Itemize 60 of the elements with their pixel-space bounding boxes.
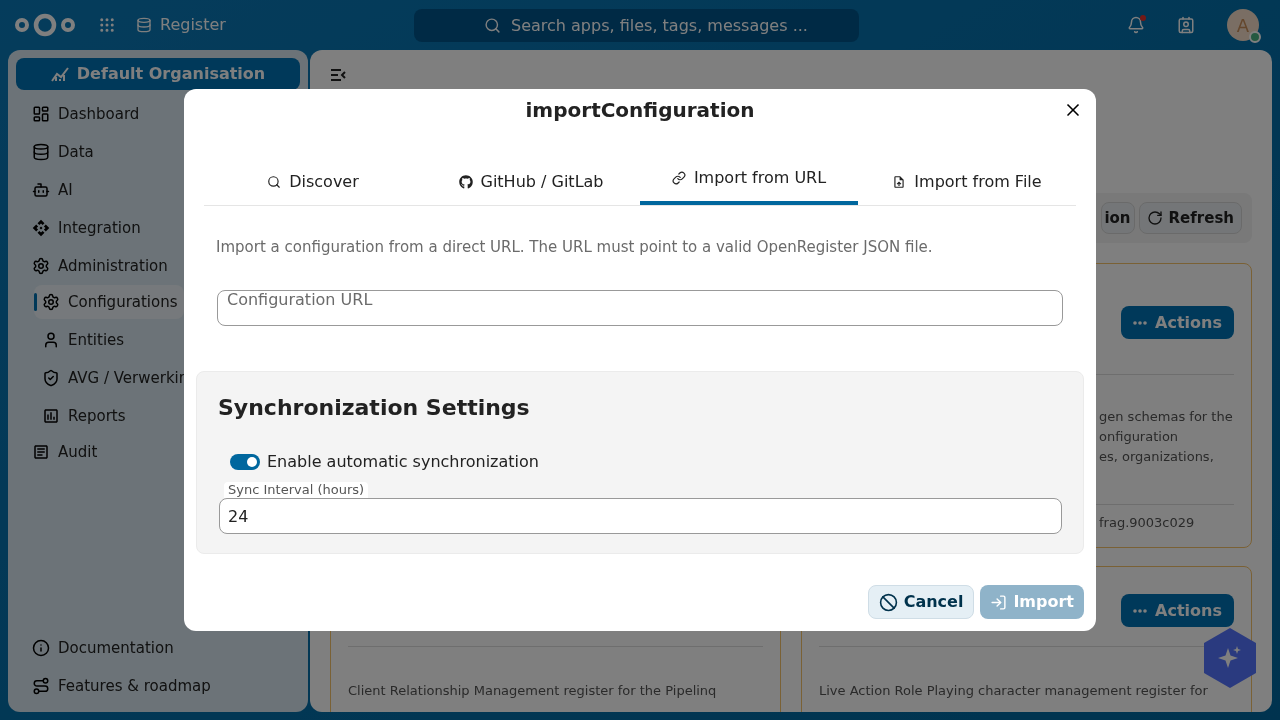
dashboard-icon xyxy=(32,105,50,123)
interval-field[interactable]: 24 xyxy=(219,498,1062,534)
app-grid-icon xyxy=(98,16,116,34)
toolbar-button[interactable]: ion xyxy=(1101,202,1135,234)
tab[interactable]: Import from File xyxy=(858,158,1076,205)
notifications-button[interactable] xyxy=(1127,16,1145,34)
sidebar-item[interactable]: Features & roadmap xyxy=(16,667,300,705)
search-icon xyxy=(267,174,282,189)
sidebar-item[interactable]: Entities xyxy=(34,323,184,357)
toggle-switch[interactable] xyxy=(230,454,260,470)
field-label: Sync Interval (hours) xyxy=(224,482,369,498)
refresh-icon xyxy=(1146,210,1163,226)
dialog-description: Import a configuration from a direct URL. The URL must point to a valid OpenRegister JSON file. xyxy=(215,237,934,257)
actions-button[interactable]: Actions xyxy=(1121,306,1234,339)
file-upload-icon xyxy=(892,174,907,189)
dialog-title: importConfiguration xyxy=(525,97,755,124)
chart-icon xyxy=(50,66,69,82)
route-icon xyxy=(32,677,50,695)
url-field[interactable]: Configuration URL xyxy=(217,290,1063,326)
search-icon xyxy=(484,16,501,34)
robot-icon xyxy=(32,181,50,199)
card-description: Live Action Role Playing character management register for xyxy=(819,682,1209,700)
organisation-button[interactable]: Default Organisation xyxy=(16,58,300,90)
github-icon xyxy=(458,174,473,189)
link-icon xyxy=(671,170,686,185)
sidebar-item[interactable]: Dashboard xyxy=(16,95,300,133)
bell-icon xyxy=(1127,16,1145,34)
sidebar-toggle-icon[interactable] xyxy=(330,68,346,82)
section-title: Synchronization Settings xyxy=(218,394,531,422)
card-description: onfiguration xyxy=(1099,428,1180,446)
cancel-icon xyxy=(878,592,898,612)
toolbar-button[interactable]: Refresh xyxy=(1138,202,1242,234)
import-icon xyxy=(990,593,1008,611)
info-icon xyxy=(32,639,50,657)
card-description: es, organizations, xyxy=(1099,448,1215,466)
shield-icon xyxy=(42,369,60,387)
report-icon xyxy=(42,407,60,425)
document-icon xyxy=(32,443,50,461)
contacts-icon xyxy=(1177,16,1195,34)
database-icon xyxy=(32,143,50,161)
settings-icon xyxy=(32,257,50,275)
app-name[interactable]: Register xyxy=(160,13,226,37)
settings-icon xyxy=(42,293,60,311)
card-description: Client Relationship Management register for the Pipelinq xyxy=(348,682,718,700)
card-footer-text: frag.9003c029 xyxy=(1098,515,1196,531)
search-field[interactable]: Search apps, files, tags, messages ... xyxy=(414,8,859,42)
ellipsis-icon xyxy=(1133,320,1148,325)
sidebar-item[interactable]: Documentation xyxy=(16,629,300,667)
logo-icon[interactable] xyxy=(14,12,76,38)
actions-button[interactable]: Actions xyxy=(1121,594,1234,627)
card-description: gen schemas for the xyxy=(1099,408,1234,426)
sidebar-item[interactable]: Reports xyxy=(34,399,184,433)
database-icon xyxy=(136,17,152,33)
tab[interactable]: GitHub / GitLab xyxy=(422,158,640,205)
user-icon xyxy=(42,331,60,349)
tab[interactable]: Import from URL xyxy=(640,158,858,205)
cancel-button[interactable]: Cancel xyxy=(867,585,975,619)
sidebar-item[interactable]: AVG / Verwerkin xyxy=(34,361,184,395)
toggle-label: Enable automatic synchronization xyxy=(267,451,539,473)
ellipsis-icon xyxy=(1133,608,1148,613)
